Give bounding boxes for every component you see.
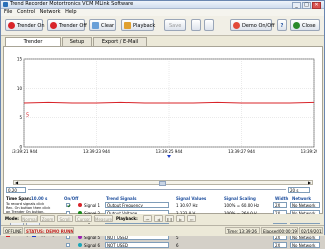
print-icon[interactable] [204, 19, 214, 31]
mode-scroll-button[interactable]: Scroll [57, 215, 73, 222]
signal-row: Signal 1 Output Frequency 1 30.97 Hz 100% =… [4, 202, 324, 209]
zoom-left-select[interactable]: 0.20 [6, 187, 26, 193]
playback-first-icon[interactable]: ⏮ [143, 215, 152, 222]
stop-icon [50, 22, 57, 29]
mode-bar: Mode: Normal Zoom Scroll Cursor Measure … [3, 214, 323, 223]
zoom-slider[interactable] [28, 189, 286, 190]
playback-play-icon[interactable]: ▶ [176, 215, 185, 222]
signal-value: 6 [176, 243, 179, 248]
window-title: Trend Recorder Motortronics VCM MLink So… [10, 1, 134, 7]
status-bar: OFFLINE STATUS: DEMO RUNNING Time: 13:39… [1, 225, 324, 236]
elapsed-label: Elapsed: [261, 227, 279, 234]
menu-bar: File Control Network Help [1, 9, 324, 16]
title-bar: Trend Recorder Motortronics VCM MLink So… [1, 1, 324, 9]
mode-cursor-button[interactable]: Cursor [75, 215, 92, 222]
playback-back-icon[interactable]: ◀ [154, 215, 163, 222]
maximize-button[interactable]: □ [302, 2, 311, 9]
status-mode: OFFLINE [3, 227, 23, 234]
close-button[interactable]: Close [290, 19, 320, 31]
scroll-left-icon[interactable]: ◀ [14, 181, 19, 185]
app-window: Trend Recorder Motortronics VCM MLink So… [0, 0, 325, 248]
width-select[interactable]: 2X [273, 242, 287, 248]
open-file-icon[interactable] [191, 19, 201, 31]
trend-chart[interactable]: 15105013:39:21 944 13:39:23 944 13:39:25 9… [12, 55, 317, 159]
toolbar: Trender On Trender Off Clear Playback Sa… [1, 16, 324, 36]
record-icon [8, 22, 15, 29]
tab-setup[interactable]: Setup [62, 37, 92, 46]
time-label: Time: [225, 227, 239, 234]
status-spacer [75, 227, 224, 234]
network-select[interactable]: No Network [290, 242, 320, 248]
width-select[interactable]: 2X [273, 202, 287, 208]
header-width: Width [275, 196, 289, 201]
signal-row: Signal 6 NOT USED 6 2X No Network [4, 242, 324, 249]
trender-on-button[interactable]: Trender On [5, 19, 45, 31]
signal-label: Signal 1 [84, 203, 101, 208]
trender-off-button[interactable]: Trender Off [47, 19, 87, 31]
menu-network[interactable]: Network [40, 9, 61, 16]
playback-button[interactable]: Playback [121, 19, 155, 31]
time-cursor-marker[interactable] [167, 155, 171, 158]
close-icon [293, 22, 300, 29]
playback-label: Playback: [116, 216, 138, 221]
y-tick-label: 15 [17, 57, 23, 62]
status-state: STATUS: DEMO RUNNING [24, 227, 74, 234]
trend-signal-select[interactable]: NOT USED [105, 242, 169, 248]
save-button[interactable]: Save [164, 19, 186, 31]
menu-file[interactable]: File [4, 9, 12, 16]
mode-measure-button[interactable]: Measure [94, 215, 113, 222]
header-network: Network [292, 196, 312, 201]
clear-icon [92, 22, 99, 29]
signal-scaling: 100% = 60.00 Hz [224, 203, 260, 208]
header-onoff: On/Off [64, 196, 79, 201]
app-icon [3, 2, 8, 7]
menu-control[interactable]: Control [17, 9, 35, 16]
scroll-thumb[interactable] [159, 181, 166, 186]
network-select[interactable]: No Network [290, 202, 320, 208]
x-tick-label: 13:39:25 944 [156, 149, 183, 154]
x-tick-label: 13:39:29 944 [301, 149, 317, 154]
playback-icon [124, 22, 131, 29]
time-range-select[interactable]: 20 s [288, 187, 310, 193]
mode-label: Mode: [5, 216, 19, 221]
clear-button[interactable]: Clear [89, 19, 116, 31]
signal-enable-checkbox[interactable] [66, 203, 70, 207]
x-tick-label: 13:39:23 944 [83, 149, 110, 154]
demo-icon [233, 22, 240, 29]
trender-panel: 15 10 5 0 13:39:21 944 13:39:23 944 13:39:25 9… [3, 46, 324, 248]
signal-color-icon [78, 203, 82, 207]
tab-export-email[interactable]: Export / E-Mail [93, 37, 147, 46]
playback-pause-icon[interactable]: ❚❚ [165, 215, 174, 222]
time-span-value[interactable]: 10.00 s [31, 196, 47, 201]
status-time: 13:39:26 [238, 227, 260, 234]
y-tick-label: 5 [19, 115, 22, 120]
close-window-button[interactable]: ✕ [312, 2, 321, 9]
time-scrollbar[interactable]: ◀ ▶ [13, 180, 313, 186]
tab-strip: Trender Setup Export / E-Mail [3, 37, 323, 47]
time-span-label: Time Span: [6, 196, 32, 201]
menu-help[interactable]: Help [65, 9, 76, 16]
signal-value: 1 30.97 Hz [176, 203, 198, 208]
status-elapsed: 00:00:19 [278, 227, 298, 234]
mode-zoom-button[interactable]: Zoom [40, 215, 55, 222]
trend-signal-select[interactable]: Output Frequency [105, 202, 169, 208]
header-trend-signals: Trend Signals [106, 196, 137, 201]
signal-label: Signal 6 [84, 243, 101, 248]
signal-color-icon [78, 243, 82, 247]
scroll-right-icon[interactable]: ▶ [307, 181, 312, 185]
demo-toggle-button[interactable]: Demo On/Off [230, 19, 275, 31]
help-icon[interactable]: ? [277, 19, 287, 31]
playback-last-icon[interactable]: ⏭ [187, 215, 196, 222]
y-marker-label: 5 [26, 113, 29, 119]
x-tick-label: 13:39:21 944 [12, 149, 38, 154]
status-date: 02/19/2012 [299, 227, 323, 234]
x-tick-label: 13:39:27 944 [228, 149, 255, 154]
header-signal-scaling: Signal Scaling [224, 196, 256, 201]
signal-enable-checkbox[interactable] [66, 243, 70, 247]
y-tick-label: 10 [17, 86, 23, 91]
header-signal-values: Signal Values [176, 196, 207, 201]
mode-normal-button[interactable]: Normal [21, 215, 38, 222]
minimize-button[interactable]: _ [292, 2, 301, 9]
